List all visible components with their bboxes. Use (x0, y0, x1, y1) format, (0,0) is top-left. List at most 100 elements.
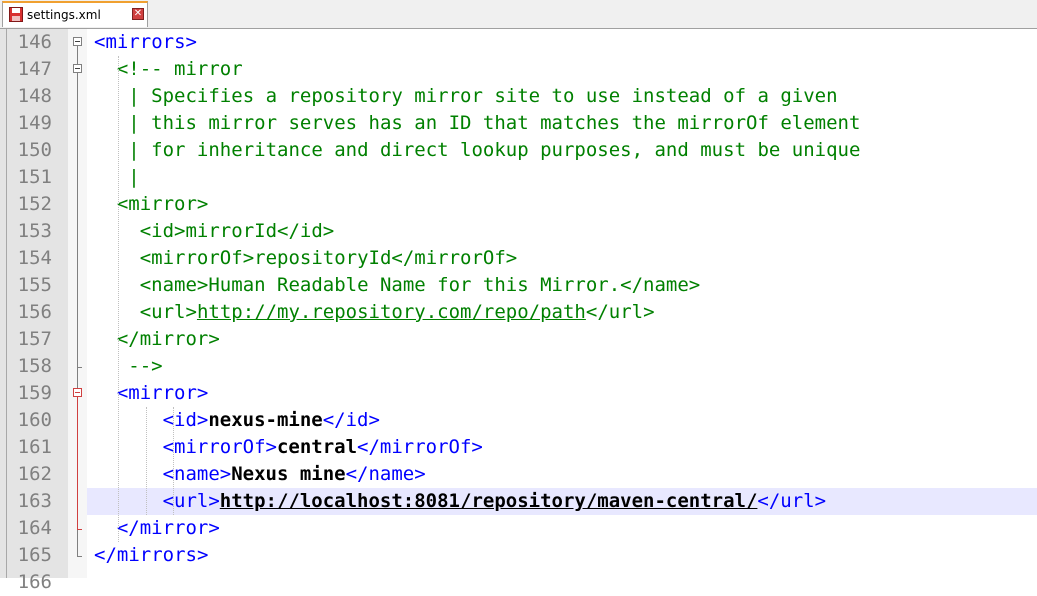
indent-guide (173, 407, 175, 515)
xml-tag-token: <mirror> (116, 382, 209, 404)
line-number: 154 (17, 247, 52, 269)
code-text: <id>nexus-mine</id> (163, 407, 380, 434)
code-text: <mirrors> (94, 29, 197, 56)
line-number: 165 (17, 544, 52, 566)
line-number: 157 (17, 328, 52, 350)
xml-tag-token: </url> (757, 490, 827, 512)
code-text: <name>Human Readable Name for this Mirro… (116, 272, 701, 299)
line-number: 158 (17, 355, 52, 377)
tab-label: settings.xml (27, 8, 101, 22)
code-line[interactable]: 149 | this mirror serves has an ID that … (0, 110, 1037, 137)
comment-token: | Specifies a repository mirror site to … (116, 85, 838, 107)
line-number: 150 (17, 139, 52, 161)
code-line[interactable]: 161 <mirrorOf>central</mirrorOf> (0, 434, 1037, 461)
xml-tag-token: </mirror> (116, 517, 220, 539)
code-line[interactable]: 162 <name>Nexus mine</name> (0, 461, 1037, 488)
line-number: 160 (17, 409, 52, 431)
code-text: <url>http://my.repository.com/repo/path<… (117, 299, 655, 326)
xml-tag-token: <mirrors> (94, 31, 197, 53)
xml-tag-token: <mirrorOf> (162, 436, 277, 458)
comment-token: <id>mirrorId</id> (116, 220, 335, 242)
code-line[interactable]: 156 <url>http://my.repository.com/repo/p… (0, 299, 1037, 326)
tab-bar: settings.xml ✕ (0, 0, 1037, 29)
code-line[interactable]: 157 </mirror> (0, 326, 1037, 353)
line-number: 163 (17, 490, 52, 512)
xml-tag-token: </mirrors> (94, 544, 209, 566)
value-token: nexus-mine (208, 409, 323, 431)
floppy-disk-icon (9, 7, 23, 22)
code-text: </mirror> (117, 515, 220, 542)
xml-tag-token: </id> (322, 409, 380, 431)
code-line[interactable]: 153 <id>mirrorId</id> (0, 218, 1037, 245)
code-text: <name>Nexus mine</name> (163, 461, 426, 488)
fold-toggle-icon[interactable] (73, 64, 82, 73)
fold-end-marker (77, 556, 82, 557)
code-text: </mirror> (117, 326, 220, 353)
code-line[interactable]: 165 </mirrors> (0, 542, 1037, 569)
code-line[interactable]: 159 <mirror> (0, 380, 1037, 407)
comment-token: <mirrorOf>repositoryId</mirrorOf> (116, 247, 518, 269)
code-text: <!-- mirror (117, 56, 243, 83)
code-line[interactable]: 155 <name>Human Readable Name for this M… (0, 272, 1037, 299)
code-line[interactable]: 150 | for inheritance and direct lookup … (0, 137, 1037, 164)
line-number: 151 (17, 166, 52, 188)
comment-token: <mirror> (116, 193, 209, 215)
code-line[interactable]: 151 | (0, 164, 1037, 191)
comment-token: | for inheritance and direct lookup purp… (116, 139, 861, 161)
line-number: 164 (17, 517, 52, 539)
tab-settings-xml[interactable]: settings.xml ✕ (2, 1, 148, 27)
fold-toggle-icon[interactable] (73, 388, 82, 397)
fold-range-line (77, 46, 78, 388)
line-number: 147 (17, 58, 52, 80)
line-number: 155 (17, 274, 52, 296)
code-text: | (116, 164, 140, 191)
comment-token: | (116, 166, 140, 188)
code-text: --> (116, 353, 163, 380)
url-token: http://localhost:8081/repository/maven-c… (219, 490, 758, 512)
indent-guide (118, 56, 120, 542)
fold-toggle-icon[interactable] (73, 37, 82, 46)
code-line[interactable]: 164 </mirror> (0, 515, 1037, 542)
code-text: <mirrorOf>repositoryId</mirrorOf> (116, 245, 518, 272)
url-token: http://my.repository.com/repo/path (196, 301, 586, 323)
line-number: 152 (17, 193, 52, 215)
fold-end-marker (77, 529, 82, 530)
code-line[interactable]: 152 <mirror> (0, 191, 1037, 218)
line-number: 159 (17, 382, 52, 404)
line-number: 153 (17, 220, 52, 242)
code-line[interactable]: 147 <!-- mirror (0, 56, 1037, 83)
code-text: <mirrorOf>central</mirrorOf> (163, 434, 483, 461)
comment-token: <url> (116, 301, 197, 323)
code-line[interactable]: 154 <mirrorOf>repositoryId</mirrorOf> (0, 245, 1037, 272)
xml-tag-token: </name> (345, 463, 426, 485)
line-number: 156 (17, 301, 52, 323)
indent-guide (146, 407, 148, 515)
code-editor[interactable]: 146 <mirrors> 147 <!-- mirror 148 | Specifie… (0, 29, 1037, 593)
value-token: Nexus mine (231, 463, 346, 485)
code-line[interactable]: 146 <mirrors> (0, 29, 1037, 56)
comment-token: <!-- mirror (116, 58, 243, 80)
xml-tag-token: <url> (162, 490, 220, 512)
comment-token: --> (116, 355, 163, 377)
close-icon[interactable]: ✕ (132, 8, 144, 20)
comment-token: <name>Human Readable Name for this Mirro… (116, 274, 701, 296)
line-number: 161 (17, 436, 52, 458)
code-line[interactable]: 166 (0, 569, 1037, 596)
code-line[interactable]: 148 | Specifies a repository mirror site… (0, 83, 1037, 110)
fold-end-marker (77, 367, 82, 368)
line-number: 146 (17, 31, 52, 53)
line-number: 148 (17, 85, 52, 107)
code-text: | this mirror serves has an ID that matc… (116, 110, 861, 137)
code-text: <mirror> (117, 191, 209, 218)
code-line[interactable]: 163 <url>http://localhost:8081/repository… (0, 488, 1037, 515)
code-text: | for inheritance and direct lookup purp… (116, 137, 861, 164)
code-text: <id>mirrorId</id> (117, 218, 334, 245)
comment-token: </mirror> (116, 328, 220, 350)
xml-tag-token: </mirrorOf> (357, 436, 483, 458)
code-line[interactable]: 160 <id>nexus-mine</id> (0, 407, 1037, 434)
code-line[interactable]: 158 --> (0, 353, 1037, 380)
value-token: central (276, 436, 358, 458)
comment-token: | this mirror serves has an ID that matc… (116, 112, 861, 134)
line-number: 162 (17, 463, 52, 485)
code-text: </mirrors> (94, 542, 208, 569)
